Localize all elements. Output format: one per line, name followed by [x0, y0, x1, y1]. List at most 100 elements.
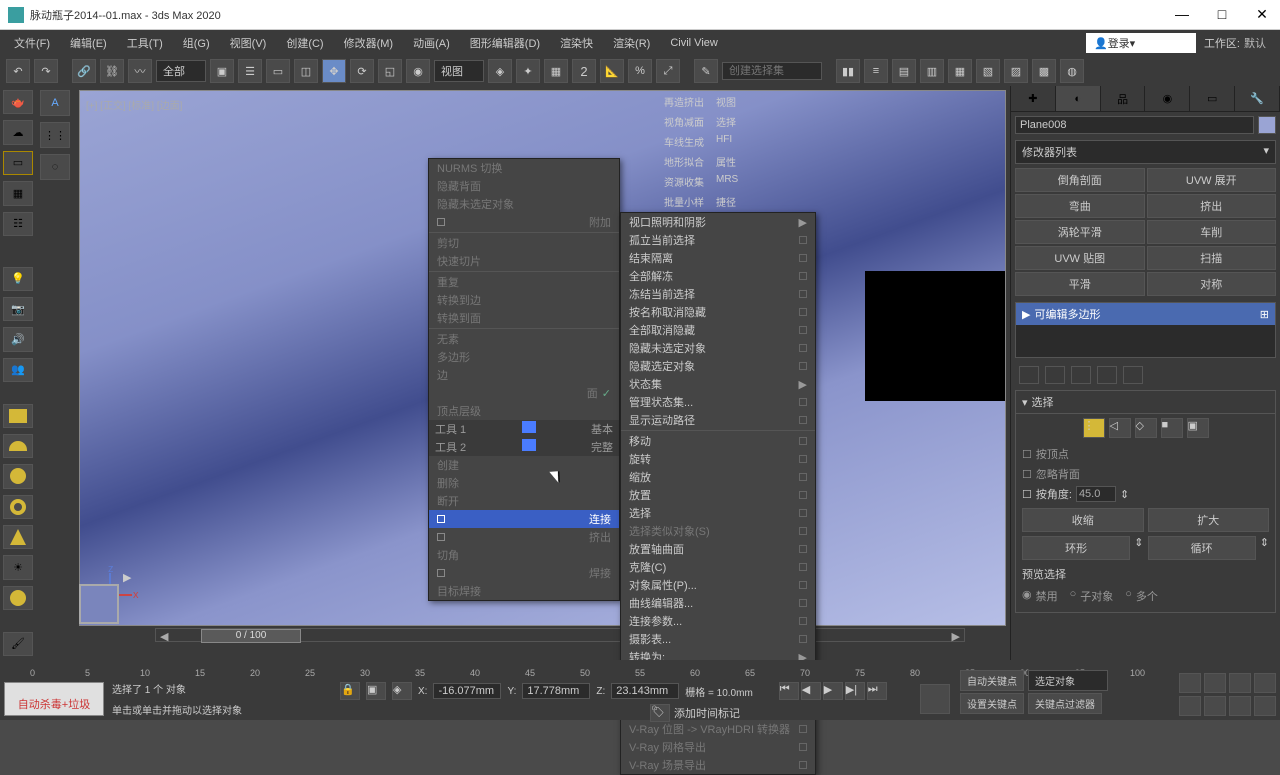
time-slider-track[interactable]: ◀ 0 / 100 ▶ [155, 628, 965, 642]
curve-button[interactable]: ▥ [920, 59, 944, 83]
rollout-selection-header[interactable]: ▾选择 [1015, 390, 1276, 414]
layer-button[interactable]: ▤ [892, 59, 916, 83]
loop-button[interactable]: 循环 [1148, 536, 1256, 560]
place-button[interactable]: ◉ [406, 59, 430, 83]
angle-snap-button[interactable]: 📐 [600, 59, 624, 83]
bind-button[interactable]: 〰 [128, 59, 152, 83]
menu-file[interactable]: 文件(F) [4, 35, 60, 51]
zoom-button[interactable] [1179, 673, 1201, 693]
ctx-item[interactable]: 对象属性(P)... [621, 576, 815, 594]
mod-btn-1-1[interactable]: 挤出 [1147, 194, 1277, 218]
dots-icon[interactable]: ⋮⋮ [40, 122, 70, 148]
edge-mode-button[interactable]: ◁ [1109, 418, 1131, 438]
tab-utilities[interactable]: 🔧 [1235, 86, 1280, 111]
ctx-item[interactable]: V-Ray 网格导出 [621, 738, 815, 756]
ctx-connect[interactable]: 连接 [429, 510, 619, 528]
move-button[interactable]: ✥ [322, 59, 346, 83]
menu-edit[interactable]: 编辑(E) [60, 35, 117, 51]
select-name-button[interactable]: ☰ [238, 59, 262, 83]
snap-button[interactable]: ✦ [516, 59, 540, 83]
material-button[interactable]: ▧ [976, 59, 1000, 83]
ref-coord-dropdown[interactable]: 视图 [434, 60, 484, 82]
object-name-input[interactable] [1015, 116, 1254, 134]
ctx-item[interactable]: 视口照明和阴影▶ [621, 213, 815, 231]
mod-btn-1-0[interactable]: 弯曲 [1015, 194, 1145, 218]
menu-modifiers[interactable]: 修改器(M) [334, 35, 404, 51]
mod-btn-0-1[interactable]: UVW 展开 [1147, 168, 1277, 192]
ctx-item[interactable]: V-Ray 位图 -> VRayHDRI 转换器 [621, 720, 815, 738]
rotate-button[interactable]: ⟳ [350, 59, 374, 83]
pin-stack-button[interactable] [1019, 366, 1039, 384]
mod-btn-3-0[interactable]: UVW 贴图 [1015, 246, 1145, 270]
ctx-item[interactable]: 管理状态集... [621, 393, 815, 411]
edit-selset-button[interactable]: ✎ [694, 59, 718, 83]
ctx-item[interactable]: 全部解冻 [621, 267, 815, 285]
ctx-item[interactable]: 摄影表... [621, 630, 815, 648]
goto-start-button[interactable]: ⏮ [779, 682, 799, 700]
speaker-icon[interactable]: 🔊 [3, 327, 33, 351]
redo-button[interactable]: ↷ [34, 59, 58, 83]
coord-button[interactable]: ◈ [392, 682, 412, 700]
modifier-list-dropdown[interactable]: 修改器列表▾ [1015, 140, 1276, 164]
camera-icon[interactable]: 📷 [3, 297, 33, 321]
remove-mod-button[interactable] [1097, 366, 1117, 384]
selection-filter[interactable]: 全部 [156, 60, 206, 82]
align-button[interactable]: ≡ [864, 59, 888, 83]
menu-render[interactable]: 渲染(R) [603, 35, 660, 51]
maximize-viewport-button[interactable] [1254, 696, 1276, 716]
key-filters-button[interactable]: 关键点过滤器 [1028, 693, 1102, 714]
render-setup-button[interactable]: ▨ [1004, 59, 1028, 83]
ctx-item[interactable]: 放置轴曲面 [621, 540, 815, 558]
modifier-stack[interactable]: ▶可编辑多边形 ⊞ [1015, 302, 1276, 358]
ctx-item[interactable]: 隐藏选定对象 [621, 357, 815, 375]
viewport-label[interactable]: [+] [正交] [标准] [边面] [86, 97, 182, 112]
login-dropdown[interactable]: 👤 登录 ▾ [1086, 33, 1196, 53]
workspace-value[interactable]: 默认 [1244, 35, 1266, 51]
ctx-item[interactable]: 移动 [621, 432, 815, 450]
brush-icon[interactable]: 🖌 [3, 632, 33, 656]
ctx-item[interactable]: 隐藏未选定对象 [621, 339, 815, 357]
viewport-thumbnail[interactable] [79, 584, 119, 624]
lock-button[interactable]: 🔒 [340, 682, 360, 700]
menu-tools[interactable]: 工具(T) [117, 35, 173, 51]
sphere-half-icon[interactable] [3, 434, 33, 458]
menu-views[interactable]: 视图(V) [220, 35, 277, 51]
menu-group[interactable]: 组(G) [173, 35, 220, 51]
circle-icon[interactable] [3, 586, 33, 610]
mod-btn-4-1[interactable]: 对称 [1147, 272, 1277, 296]
configure-button[interactable] [1123, 366, 1143, 384]
prev-frame-button[interactable]: ◀ [801, 682, 821, 700]
sun-icon[interactable]: ☀ [3, 555, 33, 579]
orbit-button[interactable] [1229, 696, 1251, 716]
mirror-button[interactable]: ▮▮ [836, 59, 860, 83]
z-coord-input[interactable] [611, 683, 679, 699]
menu-animation[interactable]: 动画(A) [403, 35, 460, 51]
ctx-item[interactable]: 按名称取消隐藏 [621, 303, 815, 321]
ctx-item[interactable]: 孤立当前选择 [621, 231, 815, 249]
schematic-button[interactable]: ▦ [948, 59, 972, 83]
unique-button[interactable] [1071, 366, 1091, 384]
undo-button[interactable]: ↶ [6, 59, 30, 83]
render-frame-button[interactable]: ▩ [1032, 59, 1056, 83]
light-icon[interactable]: 💡 [3, 267, 33, 291]
ctx-item[interactable]: 曲线编辑器... [621, 594, 815, 612]
ctx-item[interactable]: 显示运动路径 [621, 411, 815, 429]
zoom-extents-all-button[interactable] [1254, 673, 1276, 693]
ctx-item[interactable]: 克隆(C) [621, 558, 815, 576]
manage-button[interactable]: ▦ [544, 59, 568, 83]
y-coord-input[interactable] [522, 683, 590, 699]
vertex-mode-button[interactable]: ⋮ [1083, 418, 1105, 438]
poly-mode-button[interactable]: ■ [1161, 418, 1183, 438]
play-button[interactable]: ▶ [823, 682, 843, 700]
cone-icon[interactable] [3, 525, 33, 549]
maximize-button[interactable]: □ [1212, 6, 1232, 23]
zoom-all-button[interactable] [1204, 673, 1226, 693]
box-icon[interactable] [3, 404, 33, 428]
grid-icon[interactable]: ▦ [3, 181, 33, 205]
ctx-item[interactable]: 旋转 [621, 450, 815, 468]
tab-display[interactable]: ▭ [1190, 86, 1235, 111]
set-key-button[interactable]: 设置关键点 [960, 693, 1024, 714]
scale-button[interactable]: ◱ [378, 59, 402, 83]
next-frame-button[interactable]: ▶| [845, 682, 865, 700]
close-button[interactable]: ✕ [1252, 6, 1272, 23]
